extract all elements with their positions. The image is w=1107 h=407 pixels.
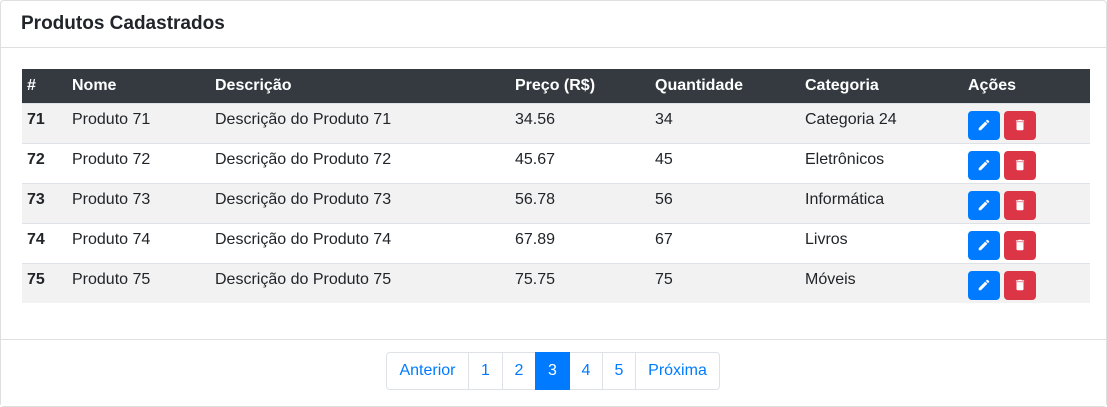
cell-name: Produto 74 [72, 230, 151, 248]
delete-button[interactable] [1004, 230, 1036, 260]
pagination-page[interactable]: 3 [535, 352, 570, 390]
table-body: 71 Produto 71 Descrição do Produto 71 34.56… [22, 103, 1090, 303]
cell-quantity: 67 [655, 230, 673, 248]
cell-quantity: 75 [655, 270, 673, 288]
cell-quantity: 56 [655, 190, 673, 208]
cell-price: 56.78 [515, 190, 556, 208]
cell-description: Descrição do Produto 71 [215, 110, 392, 128]
table-row: 71 Produto 71 Descrição do Produto 71 34.56… [22, 103, 1090, 143]
cell-description: Descrição do Produto 74 [215, 230, 392, 248]
edit-button[interactable] [968, 230, 1000, 260]
table-row: 73 Produto 73 Descrição do Produto 73 56.78… [22, 183, 1090, 223]
cell-name: Produto 71 [72, 110, 151, 128]
column-header-quantity: Quantidade [655, 76, 744, 94]
cell-id: 74 [27, 230, 45, 248]
table-row: 74 Produto 74 Descrição do Produto 74 67.89… [22, 223, 1090, 263]
cell-actions [963, 143, 1090, 183]
edit-button[interactable] [968, 110, 1000, 140]
edit-button[interactable] [968, 150, 1000, 180]
table-row: 72 Produto 72 Descrição do Produto 72 45.67… [22, 143, 1090, 183]
cell-id: 72 [27, 150, 45, 168]
cell-actions [963, 223, 1090, 263]
pencil-icon [978, 119, 990, 131]
edit-button[interactable] [968, 270, 1000, 300]
cell-category: Móveis [805, 270, 856, 288]
trash-icon [1015, 199, 1025, 211]
trash-icon [1015, 279, 1025, 291]
cell-description: Descrição do Produto 72 [215, 150, 392, 168]
cell-name: Produto 72 [72, 150, 151, 168]
cell-description: Descrição do Produto 73 [215, 190, 392, 208]
table-header: # Nome Descrição Preço (R$) Quantidade C… [22, 69, 1090, 103]
cell-actions [963, 263, 1090, 303]
table-row: 75 Produto 75 Descrição do Produto 75 75.75… [22, 263, 1090, 303]
edit-button[interactable] [968, 190, 1000, 220]
cell-category: Livros [805, 230, 848, 248]
products-table-container: # Nome Descrição Preço (R$) Quantidade C… [22, 69, 1090, 303]
cell-id: 75 [27, 270, 45, 288]
column-header-description: Descrição [215, 76, 292, 94]
column-header-category: Categoria [805, 76, 879, 94]
row-actions [968, 184, 1090, 220]
pencil-icon [978, 279, 990, 291]
cell-quantity: 45 [655, 150, 673, 168]
products-card: Produtos Cadastrados # Nome Descrição Pr… [0, 0, 1107, 407]
table-header-row: # Nome Descrição Preço (R$) Quantidade C… [22, 69, 1090, 103]
column-header-id: # [27, 76, 36, 94]
cell-name: Produto 75 [72, 270, 151, 288]
row-actions [968, 264, 1090, 300]
trash-icon [1015, 119, 1025, 131]
cell-category: Categoria 24 [805, 110, 897, 128]
column-header-price: Preço (R$) [515, 76, 596, 94]
pencil-icon [978, 159, 990, 171]
cell-name: Produto 73 [72, 190, 151, 208]
card-footer: Anterior 1 2 3 4 5 Próxima [1, 339, 1106, 406]
products-table: # Nome Descrição Preço (R$) Quantidade C… [22, 69, 1090, 303]
cell-price: 34.56 [515, 110, 556, 128]
trash-icon [1015, 239, 1025, 251]
cell-category: Eletrônicos [805, 150, 885, 168]
delete-button[interactable] [1004, 270, 1036, 300]
cell-category: Informática [805, 190, 885, 208]
pencil-icon [978, 239, 990, 251]
pagination-previous[interactable]: Anterior [386, 352, 469, 390]
delete-button[interactable] [1004, 150, 1036, 180]
pagination-page[interactable]: 5 [602, 352, 636, 390]
card-header: Produtos Cadastrados [1, 1, 1106, 48]
cell-quantity: 34 [655, 110, 673, 128]
cell-actions [963, 183, 1090, 223]
row-actions [968, 224, 1090, 260]
pagination-next[interactable]: Próxima [635, 352, 720, 390]
pagination-page[interactable]: 2 [502, 352, 536, 390]
column-header-actions: Ações [968, 76, 1017, 94]
pagination: Anterior 1 2 3 4 5 Próxima [386, 352, 720, 390]
cell-price: 75.75 [515, 270, 556, 288]
delete-button[interactable] [1004, 110, 1036, 140]
cell-price: 67.89 [515, 230, 556, 248]
page-title: Produtos Cadastrados [21, 13, 225, 34]
cell-id: 73 [27, 190, 45, 208]
cell-price: 45.67 [515, 150, 556, 168]
trash-icon [1015, 159, 1025, 171]
cell-id: 71 [27, 110, 45, 128]
delete-button[interactable] [1004, 190, 1036, 220]
column-header-name: Nome [72, 76, 117, 94]
cell-actions [963, 103, 1090, 143]
cell-description: Descrição do Produto 75 [215, 270, 392, 288]
row-actions [968, 144, 1090, 180]
pencil-icon [978, 199, 990, 211]
row-actions [968, 104, 1090, 140]
pagination-page[interactable]: 4 [569, 352, 603, 390]
pagination-page[interactable]: 1 [468, 352, 503, 390]
